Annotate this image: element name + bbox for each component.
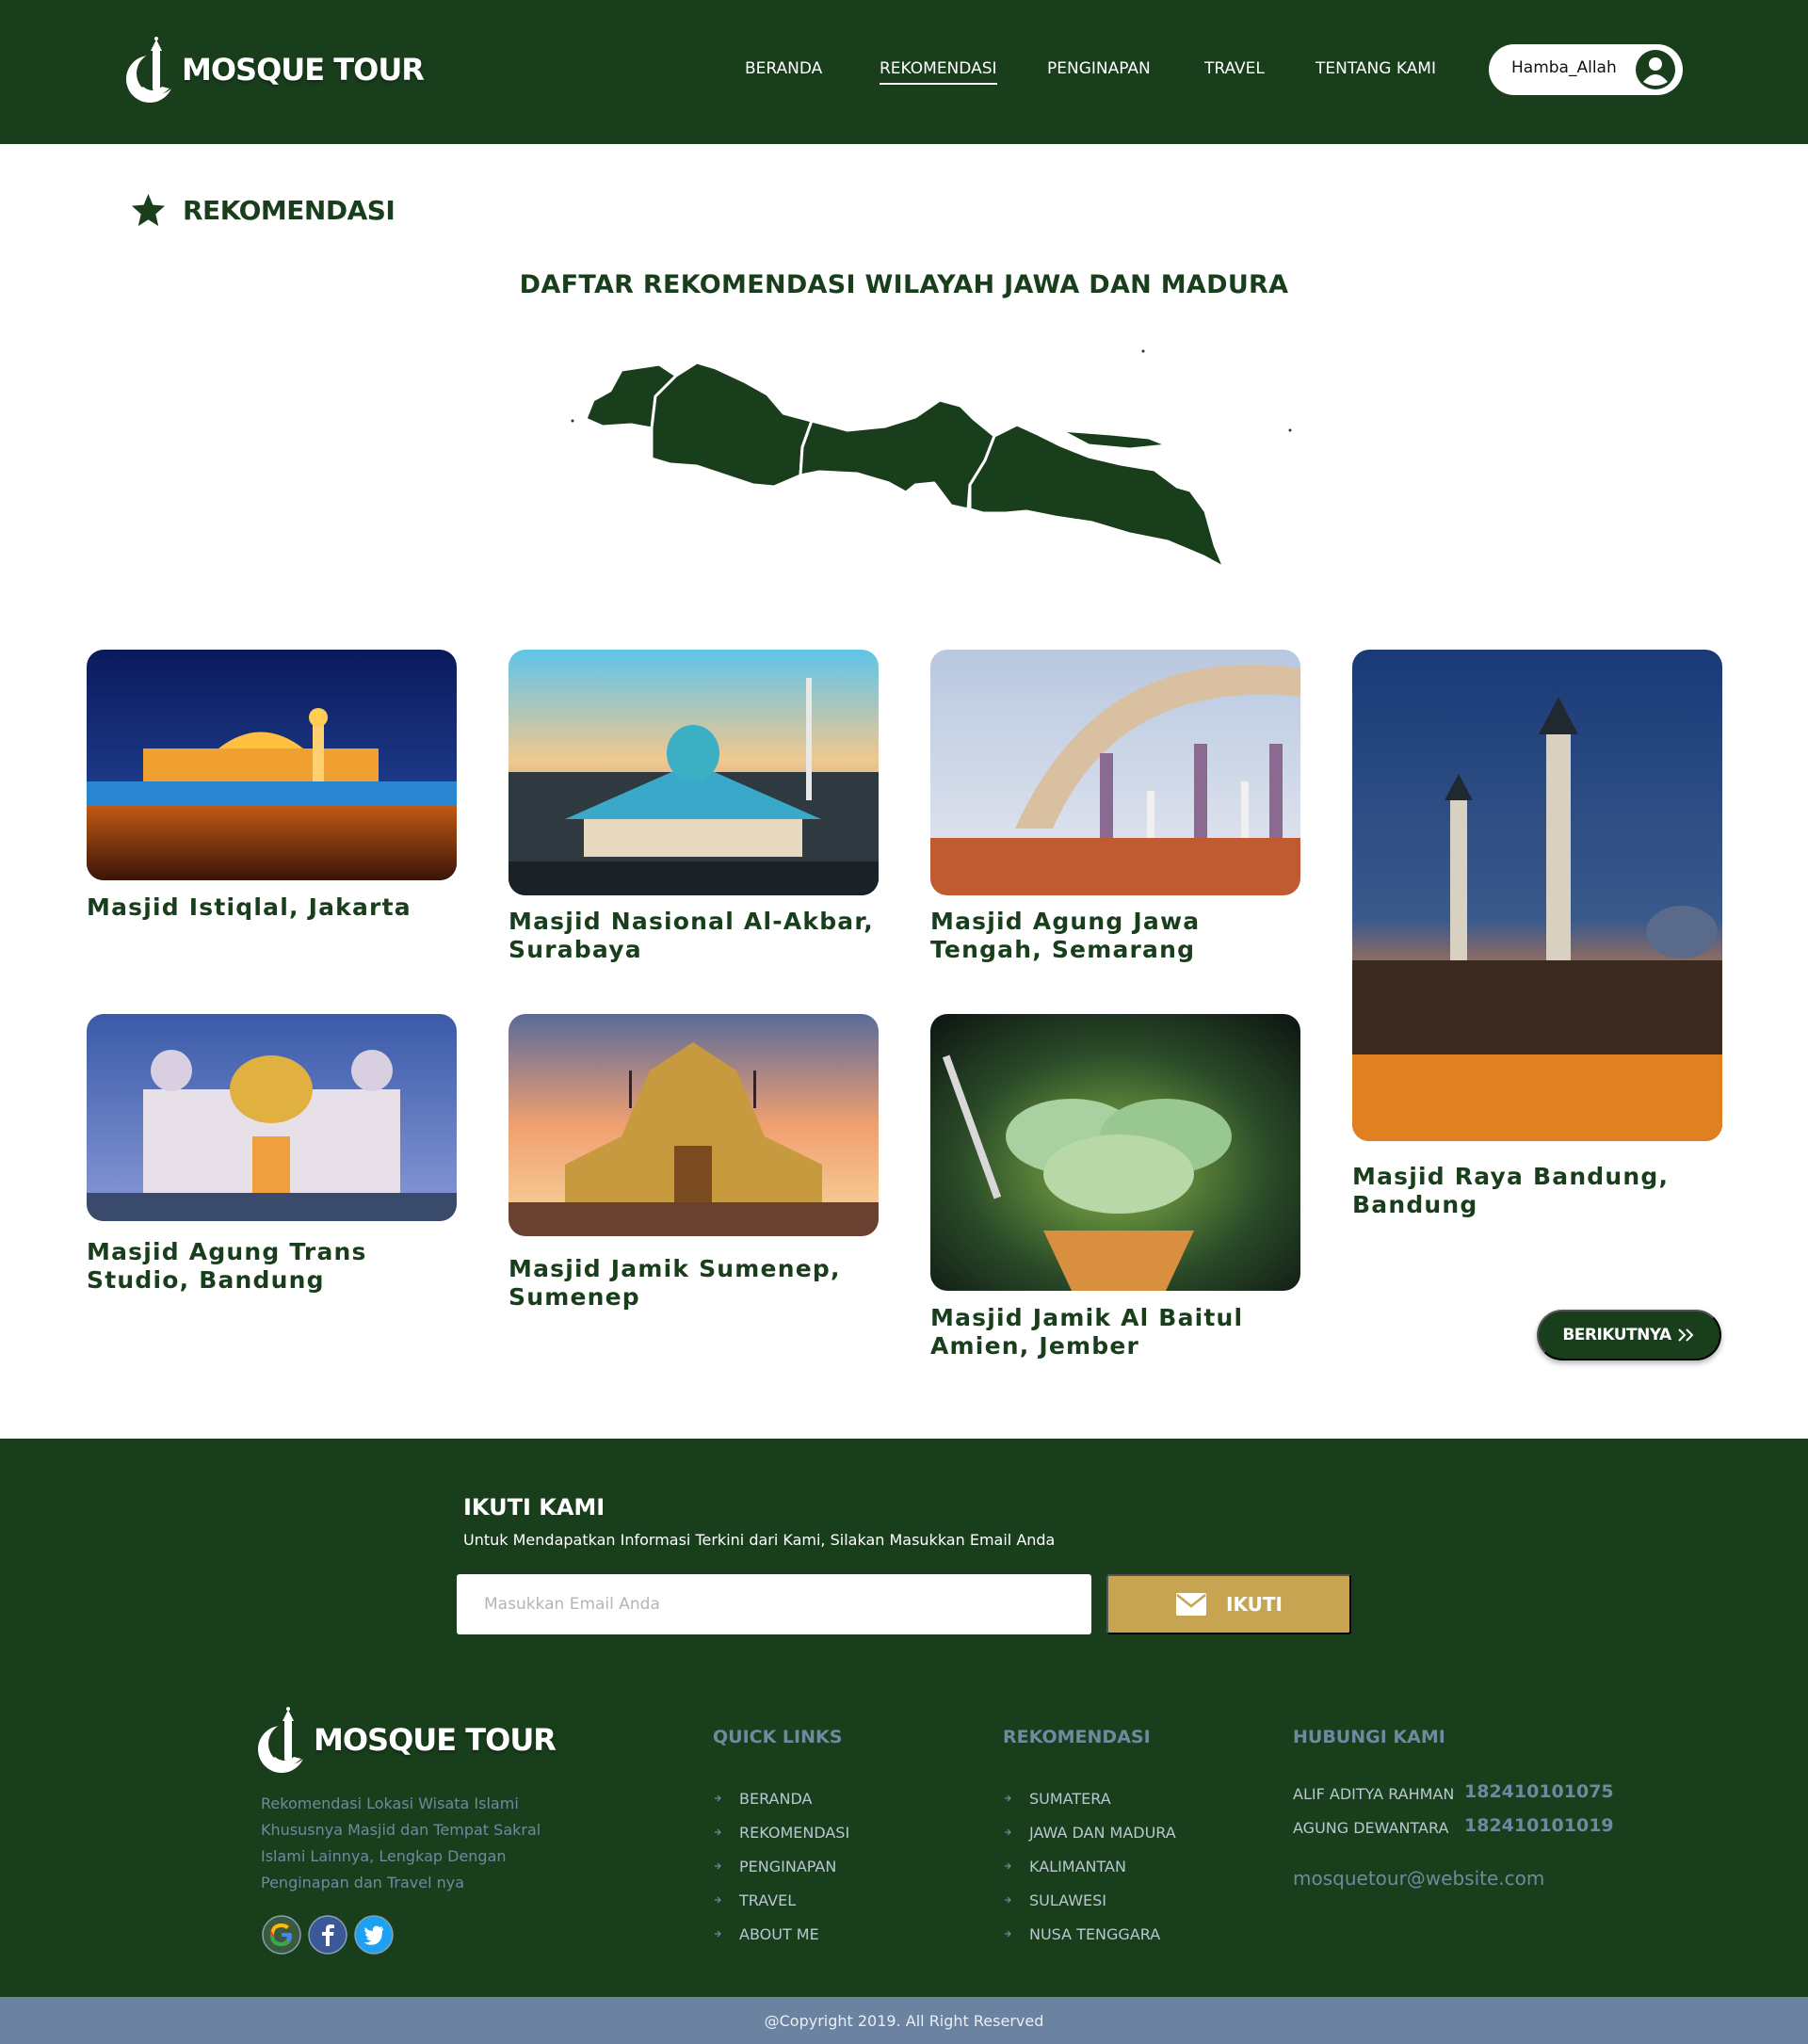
card-photo xyxy=(508,650,879,895)
arrow-right-icon xyxy=(1005,1795,1011,1802)
card-title: Masjid Istiqlal, Jakarta xyxy=(87,893,412,921)
quick-links-title: QUICK LINKS xyxy=(713,1727,843,1747)
card-title: Masjid Raya Bandung, Bandung xyxy=(1352,1163,1670,1218)
arrow-right-icon xyxy=(715,1862,721,1870)
social-links xyxy=(262,1915,394,1955)
subscribe-button[interactable]: IKUTI xyxy=(1106,1574,1351,1634)
card-title: Masjid Jamik Sumenep, Sumenep xyxy=(508,1255,841,1311)
quick-links-list: BERANDA REKOMENDASI PENGINAPAN TRAVEL AB… xyxy=(713,1781,849,1951)
section-heading: REKOMENDASI xyxy=(130,189,396,231)
arrow-right-icon xyxy=(1005,1930,1011,1938)
card-photo xyxy=(508,1014,879,1236)
google-icon[interactable] xyxy=(262,1915,301,1955)
mosque-logo-icon xyxy=(258,1707,310,1773)
contact-person: AGUNG DEWANTARA 182410101019 xyxy=(1293,1815,1614,1837)
footer-link-label: SUMATERA xyxy=(1029,1789,1111,1808)
copyright-bar: @Copyright 2019. All Right Reserved xyxy=(0,1997,1808,2044)
footer-link-label: TRAVEL xyxy=(739,1891,797,1909)
section-title: REKOMENDASI xyxy=(183,194,396,226)
brand-logo[interactable]: MOSQUE TOUR xyxy=(124,36,425,104)
next-button-label: BERIKUTNYA xyxy=(1562,1326,1671,1344)
arrow-right-icon xyxy=(1005,1896,1011,1904)
user-account-button[interactable]: Hamba_Allah xyxy=(1489,44,1683,95)
footer-link-travel[interactable]: TRAVEL xyxy=(713,1883,849,1917)
facebook-icon[interactable] xyxy=(308,1915,347,1955)
nav-beranda[interactable]: BERANDA xyxy=(745,56,822,81)
contact-email-link[interactable]: mosquetour@website.com xyxy=(1293,1867,1544,1890)
footer-region-nusa-tenggara[interactable]: NUSA TENGGARA xyxy=(1003,1917,1176,1951)
footer-rekomendasi-list: SUMATERA JAWA DAN MADURA KALIMANTAN SULA… xyxy=(1003,1781,1176,1951)
site-header: MOSQUE TOUR BERANDA REKOMENDASI PENGINAP… xyxy=(0,0,1808,144)
footer-link-penginapan[interactable]: PENGINAPAN xyxy=(713,1849,849,1883)
subscribe-button-label: IKUTI xyxy=(1226,1593,1283,1616)
footer-region-kalimantan[interactable]: KALIMANTAN xyxy=(1003,1849,1176,1883)
user-circle-icon xyxy=(1636,50,1675,89)
arrow-right-icon xyxy=(715,1896,721,1904)
footer-link-label: JAWA DAN MADURA xyxy=(1029,1823,1176,1842)
contact-title: HUBUNGI KAMI xyxy=(1293,1727,1445,1747)
footer-link-about-me[interactable]: ABOUT ME xyxy=(713,1917,849,1951)
contact-name: AGUNG DEWANTARA xyxy=(1293,1819,1449,1837)
nav-rekomendasi[interactable]: REKOMENDASI xyxy=(880,56,997,85)
card-title: Masjid Jamik Al Baitul Amien, Jember xyxy=(930,1304,1244,1360)
card-photo xyxy=(87,1014,457,1221)
contact-person: ALIF ADITYA RAHMAN 182410101075 xyxy=(1293,1781,1614,1803)
mosque-logo-icon xyxy=(126,37,178,103)
footer-brand-logo[interactable]: MOSQUE TOUR xyxy=(256,1706,557,1774)
card-title: Masjid Agung Trans Studio, Bandung xyxy=(87,1238,367,1294)
nav-travel[interactable]: TRAVEL xyxy=(1204,56,1265,81)
copyright-text: @Copyright 2019. All Right Reserved xyxy=(764,2011,1044,2030)
footer-region-jawa-madura[interactable]: JAWA DAN MADURA xyxy=(1003,1815,1176,1849)
footer-link-label: PENGINAPAN xyxy=(739,1857,837,1875)
java-madura-map[interactable] xyxy=(565,344,1300,579)
footer-link-label: ABOUT ME xyxy=(739,1924,819,1943)
footer-region-sulawesi[interactable]: SULAWESI xyxy=(1003,1883,1176,1917)
footer-link-label: KALIMANTAN xyxy=(1029,1857,1126,1875)
footer-rekomendasi-title: REKOMENDASI xyxy=(1003,1727,1151,1747)
user-name: Hamba_Allah xyxy=(1511,58,1617,77)
brand-name: MOSQUE TOUR xyxy=(182,52,425,88)
footer-link-rekomendasi[interactable]: REKOMENDASI xyxy=(713,1815,849,1849)
arrow-right-icon xyxy=(715,1930,721,1938)
map-title: DAFTAR REKOMENDASI WILAYAH JAWA DAN MADU… xyxy=(519,270,1289,299)
map-region-jawa-tengah xyxy=(799,398,996,511)
footer-link-beranda[interactable]: BERANDA xyxy=(713,1781,849,1815)
map-region-madura xyxy=(1058,428,1170,451)
footer-link-label: SULAWESI xyxy=(1029,1891,1107,1909)
email-input[interactable] xyxy=(457,1574,1091,1634)
footer-link-label: BERANDA xyxy=(739,1789,813,1808)
card-title: Masjid Nasional Al-Akbar, Surabaya xyxy=(508,908,874,963)
contact-phone[interactable]: 182410101075 xyxy=(1464,1781,1614,1802)
nav-penginapan[interactable]: PENGINAPAN xyxy=(1047,56,1151,81)
map-region-jawa-barat xyxy=(650,361,814,489)
footer-description: Rekomendasi Lokasi Wisata Islami Khususn… xyxy=(261,1795,541,1891)
arrow-right-icon xyxy=(1005,1862,1011,1870)
nav-tentang-kami[interactable]: TENTANG KAMI xyxy=(1316,56,1436,81)
arrow-right-icon xyxy=(715,1828,721,1836)
card-title: Masjid Agung Jawa Tengah, Semarang xyxy=(930,908,1201,963)
contact-phone[interactable]: 182410101019 xyxy=(1464,1815,1614,1836)
footer-link-label: REKOMENDASI xyxy=(739,1823,850,1842)
card-photo xyxy=(930,650,1300,895)
next-page-button[interactable]: BERIKUTNYA xyxy=(1537,1310,1721,1360)
footer-region-sumatera[interactable]: SUMATERA xyxy=(1003,1781,1176,1815)
card-photo xyxy=(930,1014,1300,1291)
double-chevron-right-icon xyxy=(1677,1328,1694,1342)
mail-icon xyxy=(1176,1593,1207,1616)
contact-name: ALIF ADITYA RAHMAN xyxy=(1293,1785,1455,1803)
arrow-right-icon xyxy=(715,1795,721,1802)
card-photo xyxy=(87,650,457,880)
star-icon xyxy=(131,193,166,226)
footer-link-label: NUSA TENGGARA xyxy=(1029,1924,1161,1943)
arrow-right-icon xyxy=(1005,1828,1011,1836)
card-photo xyxy=(1352,650,1722,1141)
footer-brand-name: MOSQUE TOUR xyxy=(314,1722,557,1758)
newsletter-subtitle: Untuk Mendapatkan Informasi Terkini dari… xyxy=(463,1531,1056,1549)
newsletter-title: IKUTI KAMI xyxy=(463,1494,605,1521)
twitter-icon[interactable] xyxy=(354,1915,394,1955)
